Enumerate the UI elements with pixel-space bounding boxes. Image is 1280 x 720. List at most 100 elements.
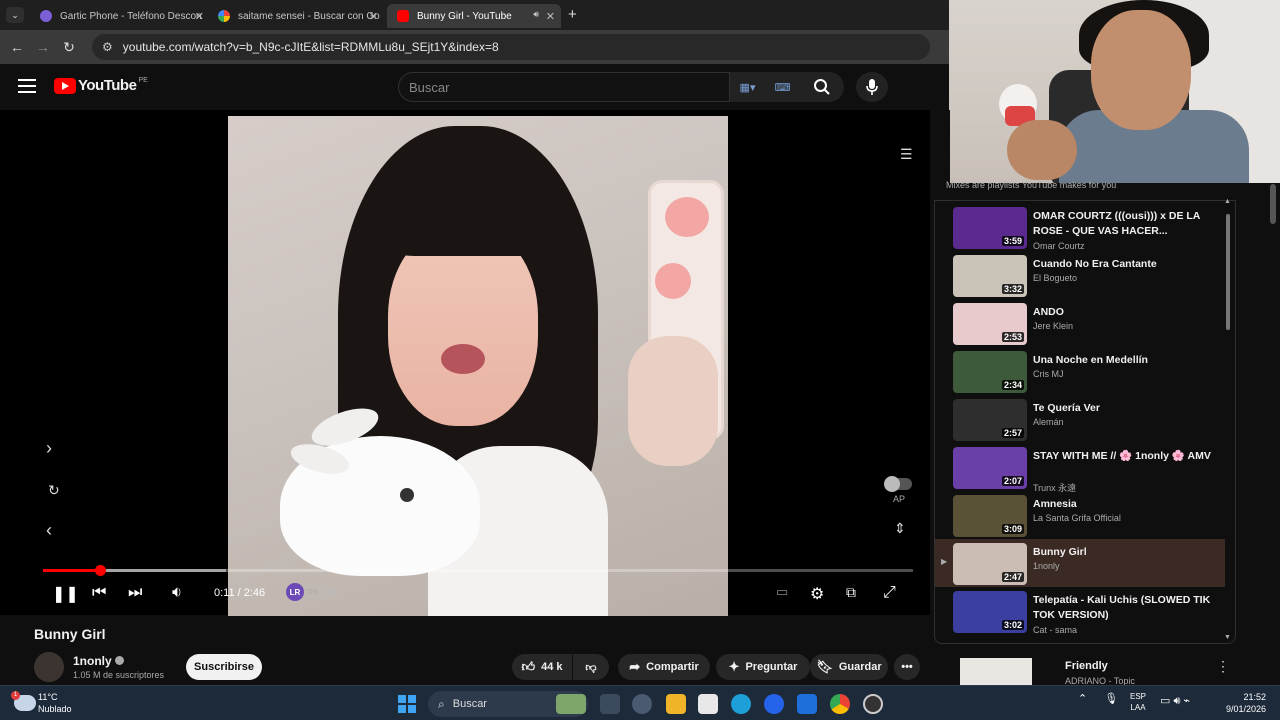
playlist-item-title[interactable]: Bunny Girl bbox=[1033, 545, 1213, 560]
playlist-thumbnail[interactable]: 2:53 bbox=[953, 303, 1027, 345]
close-icon[interactable]: ✕ bbox=[369, 10, 378, 23]
tab-gartic[interactable]: Gartic Phone - Teléfono Descon ✕ bbox=[30, 4, 210, 28]
ask-button[interactable]: ✦ Preguntar bbox=[716, 654, 810, 680]
playlist-item[interactable]: ▶ 2:47 Bunny Girl 1nonly bbox=[935, 539, 1225, 587]
search-button[interactable] bbox=[800, 72, 844, 102]
miniplayer-icon[interactable]: ⧉ bbox=[846, 584, 856, 601]
playlist-thumbnail[interactable]: 3:59 bbox=[953, 207, 1027, 249]
playlist-item-title[interactable]: Cuando No Era Cantante bbox=[1033, 257, 1213, 272]
playlist-item[interactable]: 2:34 Una Noche en Medellín Cris MJ bbox=[935, 347, 1225, 395]
menu-icon[interactable] bbox=[18, 79, 36, 93]
keyboard-icon[interactable]: ⌨︎ bbox=[775, 81, 791, 94]
malwarebytes-icon[interactable] bbox=[764, 694, 784, 714]
playlist-item-title[interactable]: Telepatía - Kali Uchis (SLOWED TIK TOK V… bbox=[1033, 593, 1213, 623]
subscribe-button[interactable]: Suscribirse bbox=[186, 654, 262, 680]
refresh-icon[interactable]: ↻ bbox=[48, 482, 60, 499]
mic-tray-icon[interactable]: 🎙︎ bbox=[1104, 693, 1118, 705]
scrubber-handle[interactable] bbox=[95, 565, 107, 576]
playlist-item-title[interactable]: STAY WITH ME // 🌸 1nonly 🌸 AMV bbox=[1033, 449, 1213, 464]
weather-widget[interactable]: 1 11°C Nublado bbox=[11, 691, 72, 715]
channel-avatar[interactable] bbox=[34, 652, 64, 682]
playlist-item[interactable]: 3:59 OMAR COURTZ (((ousi))) x DE LA ROSE … bbox=[935, 203, 1225, 251]
playlist-thumbnail[interactable]: 2:07 bbox=[953, 447, 1027, 489]
language-indicator[interactable]: ESP LAA bbox=[1130, 691, 1146, 713]
playlist-item[interactable]: 2:07 STAY WITH ME // 🌸 1nonly 🌸 AMV Trunx … bbox=[935, 443, 1225, 493]
expand-vertical-icon[interactable]: ⇕ bbox=[894, 520, 906, 537]
more-actions-button[interactable]: ••• bbox=[894, 654, 920, 680]
edge-icon[interactable] bbox=[731, 694, 751, 714]
playlist-item-title[interactable]: Una Noche en Medellín bbox=[1033, 353, 1213, 368]
page-scrollbar[interactable] bbox=[1270, 184, 1276, 224]
dislike-button[interactable]: 👎︎ bbox=[573, 654, 609, 680]
playlist-item[interactable]: 2:53 ANDO Jere Klein bbox=[935, 299, 1225, 347]
obs-icon[interactable] bbox=[863, 694, 883, 714]
tab-youtube[interactable]: Bunny Girl - YouTube 🔊︎ ✕ bbox=[387, 4, 561, 28]
voice-search-button[interactable] bbox=[856, 72, 888, 102]
search-highlight-icon[interactable] bbox=[556, 694, 586, 714]
tab-google[interactable]: saitame sensei - Buscar con Go ✕ bbox=[208, 4, 384, 28]
scroll-down-icon[interactable]: ▼ bbox=[1224, 634, 1231, 641]
clock[interactable]: 21:52 9/01/2026 bbox=[1226, 691, 1266, 715]
microsoft-store-icon[interactable] bbox=[698, 694, 718, 714]
like-button[interactable]: 👍︎ 44 k bbox=[512, 654, 572, 680]
playlist-item-title[interactable]: OMAR COURTZ (((ousi))) x DE LA ROSE - QU… bbox=[1033, 209, 1213, 239]
chrome-icon[interactable] bbox=[830, 694, 850, 714]
scroll-up-icon[interactable]: ▲ bbox=[1224, 198, 1231, 205]
fullscreen-icon[interactable]: ⤢ bbox=[883, 584, 896, 602]
language-reactor-badge[interactable]: LR ON ⚙︎ bbox=[286, 583, 336, 601]
playlist-item[interactable]: 3:32 Cuando No Era Cantante El Bogueto bbox=[935, 251, 1225, 299]
playlist-thumbnail[interactable]: 3:32 bbox=[953, 255, 1027, 297]
windows-start-icon[interactable] bbox=[398, 695, 416, 713]
playlist-item-title[interactable]: Te Quería Ver bbox=[1033, 401, 1213, 416]
playlist-item[interactable]: 2:57 Te Quería Ver Alemán bbox=[935, 395, 1225, 443]
playlist-item[interactable]: 3:09 Amnesia La Santa Grifa Official bbox=[935, 491, 1225, 539]
reload-icon[interactable]: ↻ bbox=[56, 39, 82, 56]
settings-icon[interactable]: ⚙︎ bbox=[810, 584, 824, 604]
playlist-thumbnail[interactable]: 2:34 bbox=[953, 351, 1027, 393]
playlist-thumbnail[interactable]: 2:57 bbox=[953, 399, 1027, 441]
translate-icon[interactable]: ▦▾ bbox=[740, 81, 756, 94]
file-explorer-icon[interactable] bbox=[666, 694, 686, 714]
playlist-thumbnail[interactable]: 3:09 bbox=[953, 495, 1027, 537]
playlist-item-title[interactable]: Amnesia bbox=[1033, 497, 1213, 512]
playlist-scrollbar[interactable]: ▲ ▼ bbox=[1224, 198, 1232, 642]
save-button[interactable]: 🔖︎ Guardar bbox=[810, 654, 888, 680]
new-tab-button[interactable]: + bbox=[568, 6, 577, 23]
progress-bar[interactable] bbox=[43, 565, 913, 576]
lr-settings-icon[interactable]: ⚙︎ bbox=[324, 584, 337, 601]
playlist-thumbnail[interactable]: 2:47 bbox=[953, 543, 1027, 585]
autoplay-toggle[interactable]: AP bbox=[884, 476, 912, 504]
chevron-right-icon[interactable]: › bbox=[46, 438, 52, 459]
search-input[interactable]: Buscar bbox=[398, 72, 730, 102]
speaker-icon[interactable]: 🔊︎ bbox=[533, 9, 539, 20]
back-icon[interactable]: ← bbox=[4, 39, 30, 55]
next-icon[interactable]: ⏭︎ bbox=[128, 584, 142, 602]
more-vertical-icon[interactable]: ⋮ bbox=[1216, 658, 1230, 675]
tray-expand-icon[interactable]: ⌃ bbox=[1078, 693, 1087, 705]
editor-app-icon[interactable] bbox=[797, 694, 817, 714]
site-info-icon[interactable]: ⚙︎ bbox=[102, 40, 113, 54]
playlist-thumbnail[interactable]: 3:02 bbox=[953, 591, 1027, 633]
next-video-title[interactable]: Friendly bbox=[1065, 660, 1108, 672]
network-volume-battery-icons[interactable]: ▭ 🔊︎ ⌁ bbox=[1160, 694, 1190, 708]
forward-icon[interactable]: → bbox=[30, 39, 56, 55]
next-video-thumbnail[interactable] bbox=[960, 658, 1032, 688]
chevron-left-icon[interactable]: ‹ bbox=[46, 520, 52, 541]
playlist-item[interactable]: 3:02 Telepatía - Kali Uchis (SLOWED TIK T… bbox=[935, 587, 1225, 635]
channel-name[interactable]: 1nonly bbox=[73, 654, 124, 668]
pause-icon[interactable]: ❚❚ bbox=[52, 584, 79, 604]
video-player[interactable]: › ↻ ‹ ☰ ⇕ AP ❚❚ ⏮︎ ⏭︎ 🔉︎ 0:11 / 2:46 LR … bbox=[0, 110, 930, 616]
task-view-icon[interactable] bbox=[600, 694, 620, 714]
copilot-icon[interactable] bbox=[632, 694, 652, 714]
volume-icon[interactable]: 🔉︎ bbox=[172, 584, 182, 602]
subtitles-icon[interactable]: ▭ bbox=[776, 584, 788, 600]
playlist-item-title[interactable]: ANDO bbox=[1033, 305, 1213, 320]
previous-icon[interactable]: ⏮︎ bbox=[92, 584, 106, 602]
url-field[interactable]: ⚙︎ youtube.com/watch?v=b_N9c-cJItE&list=… bbox=[92, 34, 930, 60]
scrollbar-thumb[interactable] bbox=[1226, 214, 1230, 330]
share-button[interactable]: ➦ Compartir bbox=[618, 654, 710, 680]
playlist-menu-icon[interactable]: ☰ bbox=[900, 146, 913, 163]
close-icon[interactable]: ✕ bbox=[195, 10, 204, 23]
tab-search-chevron-icon[interactable]: ⌄ bbox=[6, 7, 24, 23]
video-frame[interactable] bbox=[228, 116, 728, 616]
